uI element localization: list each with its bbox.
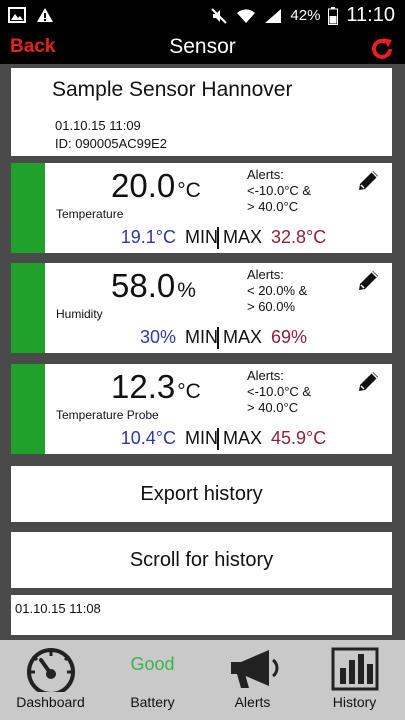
battery-icon bbox=[328, 6, 339, 25]
min-max-row: 10.4°C MIN MAX 45.9°C bbox=[11, 428, 392, 452]
refresh-icon[interactable] bbox=[369, 36, 395, 62]
megaphone-icon bbox=[225, 646, 281, 697]
sensor-datetime: 01.10.15 11:09 bbox=[55, 118, 141, 133]
history-timestamp: 01.10.15 11:08 bbox=[15, 601, 101, 616]
alert-thresholds: Alerts: <-10.0°C & > 40.0°C bbox=[247, 368, 312, 415]
speedometer-icon bbox=[23, 646, 79, 697]
min-max-divider bbox=[217, 428, 219, 450]
wifi-icon bbox=[236, 8, 256, 24]
reading-label: Humidity bbox=[56, 307, 103, 321]
nav-dashboard[interactable]: Dashboard bbox=[10, 640, 91, 720]
nav-history[interactable]: History bbox=[314, 640, 395, 720]
max-value: 32.8°C bbox=[271, 227, 327, 247]
export-history-button[interactable]: Export history bbox=[11, 466, 392, 522]
sensor-name: Sample Sensor Hannover bbox=[52, 78, 293, 101]
status-bar: 42% 11:10 bbox=[0, 0, 405, 32]
reading-card-humidity: 58.0% Humidity Alerts: < 20.0% & > 60.0%… bbox=[11, 263, 392, 353]
min-max-divider bbox=[217, 327, 219, 349]
min-max-row: 30% MIN MAX 69% bbox=[11, 327, 392, 351]
min-value: 30% bbox=[139, 327, 176, 347]
max-label: MAX bbox=[223, 227, 263, 247]
scroll-history-button[interactable]: Scroll for history bbox=[11, 532, 392, 588]
reading-unit: % bbox=[177, 279, 196, 302]
max-value: 69% bbox=[271, 327, 308, 347]
history-list-item[interactable]: 01.10.15 11:08 bbox=[11, 595, 392, 635]
battery-status: Good bbox=[130, 654, 175, 674]
reading-value: 20.0°C bbox=[111, 167, 201, 204]
content-area[interactable]: Sample Sensor Hannover 01.10.15 11:09 ID… bbox=[0, 64, 405, 640]
nav-battery[interactable]: Good Battery bbox=[112, 640, 193, 720]
sensor-id: ID: 090005AC99E2 bbox=[55, 136, 168, 151]
warning-icon bbox=[36, 7, 54, 23]
bar-chart-icon bbox=[330, 646, 380, 697]
reading-label: Temperature bbox=[56, 207, 124, 221]
nav-dashboard-label: Dashboard bbox=[16, 694, 85, 710]
max-label: MAX bbox=[223, 327, 263, 347]
edit-pencil-icon[interactable] bbox=[354, 167, 382, 195]
max-value: 45.9°C bbox=[271, 428, 327, 448]
min-max-row: 19.1°C MIN MAX 32.8°C bbox=[11, 227, 392, 251]
reading-card-temperature: 20.0°C Temperature Alerts: <-10.0°C & > … bbox=[11, 163, 392, 253]
reading-label: Temperature Probe bbox=[56, 408, 159, 422]
bottom-nav: Dashboard Good Battery Alerts History bbox=[0, 640, 405, 720]
min-label: MIN bbox=[185, 227, 218, 247]
reading-card-temperature-probe: 12.3°C Temperature Probe Alerts: <-10.0°… bbox=[11, 364, 392, 454]
image-notification-icon bbox=[8, 7, 26, 23]
min-max-divider bbox=[217, 227, 219, 249]
reading-value: 12.3°C bbox=[111, 368, 201, 405]
reading-unit: °C bbox=[177, 179, 201, 202]
nav-alerts-label: Alerts bbox=[234, 694, 271, 710]
edit-pencil-icon[interactable] bbox=[354, 368, 382, 396]
reading-unit: °C bbox=[177, 380, 201, 403]
max-label: MAX bbox=[223, 428, 263, 448]
nav-history-label: History bbox=[332, 694, 377, 710]
edit-pencil-icon[interactable] bbox=[354, 267, 382, 295]
title-bar: Back Sensor bbox=[0, 32, 405, 64]
min-value: 19.1°C bbox=[120, 227, 176, 247]
nav-battery-label: Battery bbox=[130, 694, 175, 710]
battery-percent: 42% bbox=[290, 7, 321, 24]
alert-thresholds: Alerts: < 20.0% & > 60.0% bbox=[247, 267, 308, 314]
min-value: 10.4°C bbox=[120, 428, 176, 448]
mute-icon bbox=[210, 7, 228, 25]
min-label: MIN bbox=[185, 327, 218, 347]
status-clock: 11:10 bbox=[346, 4, 395, 26]
nav-alerts[interactable]: Alerts bbox=[212, 640, 293, 720]
min-label: MIN bbox=[185, 428, 218, 448]
sensor-info-card: Sample Sensor Hannover 01.10.15 11:09 ID… bbox=[11, 68, 392, 156]
page-title: Sensor bbox=[169, 35, 236, 58]
reading-value: 58.0% bbox=[111, 267, 196, 304]
alert-thresholds: Alerts: <-10.0°C & > 40.0°C bbox=[247, 167, 312, 214]
signal-icon bbox=[264, 8, 282, 24]
